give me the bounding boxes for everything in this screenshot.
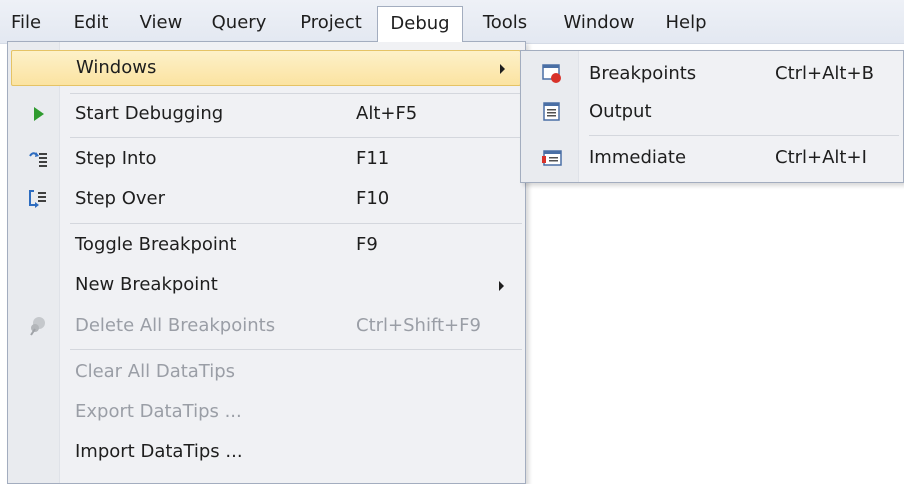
menu-project[interactable]: Project	[292, 6, 370, 42]
menu-bar: File Edit View Query Project Debug Tools…	[0, 0, 904, 44]
delete-breakpoints-icon	[30, 317, 45, 336]
menu-item-label: Delete All Breakpoints	[75, 315, 276, 336]
menu-file[interactable]: File	[6, 6, 46, 42]
menu-separator	[589, 135, 899, 136]
shortcut-label: Ctrl+Shift+F9	[356, 315, 481, 336]
menu-item-export-datatips: Export DataTips ...	[11, 395, 521, 431]
menu-edit[interactable]: Edit	[70, 6, 112, 42]
menu-item-label: Windows	[76, 57, 157, 78]
menu-item-step-over[interactable]: Step Over F10	[11, 182, 521, 218]
submenu-arrow-icon	[500, 64, 505, 74]
menu-debug[interactable]: Debug	[377, 6, 463, 42]
step-into-icon	[29, 152, 47, 167]
immediate-window-icon	[542, 150, 562, 166]
submenu-arrow-icon	[499, 281, 504, 291]
step-over-icon	[29, 190, 46, 208]
shortcut-label: Ctrl+Alt+B	[775, 63, 874, 84]
menu-item-start-debugging[interactable]: Start Debugging Alt+F5	[11, 97, 521, 133]
menu-item-label: Toggle Breakpoint	[75, 234, 237, 255]
menu-item-label: Step Into	[75, 148, 157, 169]
menu-tools[interactable]: Tools	[475, 6, 535, 42]
menu-query[interactable]: Query	[206, 6, 272, 42]
menu-separator	[70, 93, 522, 94]
menu-view[interactable]: View	[136, 6, 186, 42]
submenu-item-label: Immediate	[589, 147, 687, 168]
submenu-item-output[interactable]: Output	[523, 93, 901, 131]
output-window-icon	[543, 102, 560, 121]
menu-item-label: New Breakpoint	[75, 274, 218, 295]
shortcut-label: F9	[356, 234, 378, 255]
submenu-item-immediate[interactable]: Immediate Ctrl+Alt+I	[523, 139, 901, 177]
menu-help[interactable]: Help	[660, 6, 712, 42]
menu-item-label: Start Debugging	[75, 103, 224, 124]
menu-item-label: Step Over	[75, 188, 165, 209]
menu-separator	[70, 137, 522, 138]
menu-window[interactable]: Window	[555, 6, 643, 42]
menu-item-delete-all-breakpoints: Delete All Breakpoints Ctrl+Shift+F9	[11, 309, 521, 345]
shortcut-label: Alt+F5	[356, 103, 418, 124]
breakpoints-window-icon	[542, 64, 561, 83]
menu-item-import-datatips[interactable]: Import DataTips ...	[11, 435, 521, 471]
menu-item-label: Import DataTips ...	[75, 441, 243, 462]
shortcut-label: F10	[356, 188, 390, 209]
menu-item-new-breakpoint[interactable]: New Breakpoint	[11, 268, 521, 304]
shortcut-label: Ctrl+Alt+I	[775, 147, 867, 168]
submenu-item-breakpoints[interactable]: Breakpoints Ctrl+Alt+B	[523, 55, 901, 93]
menu-item-windows[interactable]: Windows	[11, 50, 521, 86]
windows-submenu: Breakpoints Ctrl+Alt+B Output Immediate …	[520, 50, 904, 183]
debug-menu-dropdown: Windows Start Debugging Alt+F5 Step Into…	[7, 41, 526, 484]
menu-item-toggle-breakpoint[interactable]: Toggle Breakpoint F9	[11, 228, 521, 264]
menu-separator	[70, 223, 522, 224]
submenu-item-label: Output	[589, 101, 652, 122]
menu-item-clear-all-datatips: Clear All DataTips	[11, 355, 521, 391]
play-icon	[34, 107, 44, 121]
menu-item-label: Export DataTips ...	[75, 401, 242, 422]
submenu-item-label: Breakpoints	[589, 63, 697, 84]
menu-separator	[70, 349, 522, 350]
menu-item-step-into[interactable]: Step Into F11	[11, 142, 521, 178]
menu-item-label: Clear All DataTips	[75, 361, 236, 382]
shortcut-label: F11	[356, 148, 390, 169]
